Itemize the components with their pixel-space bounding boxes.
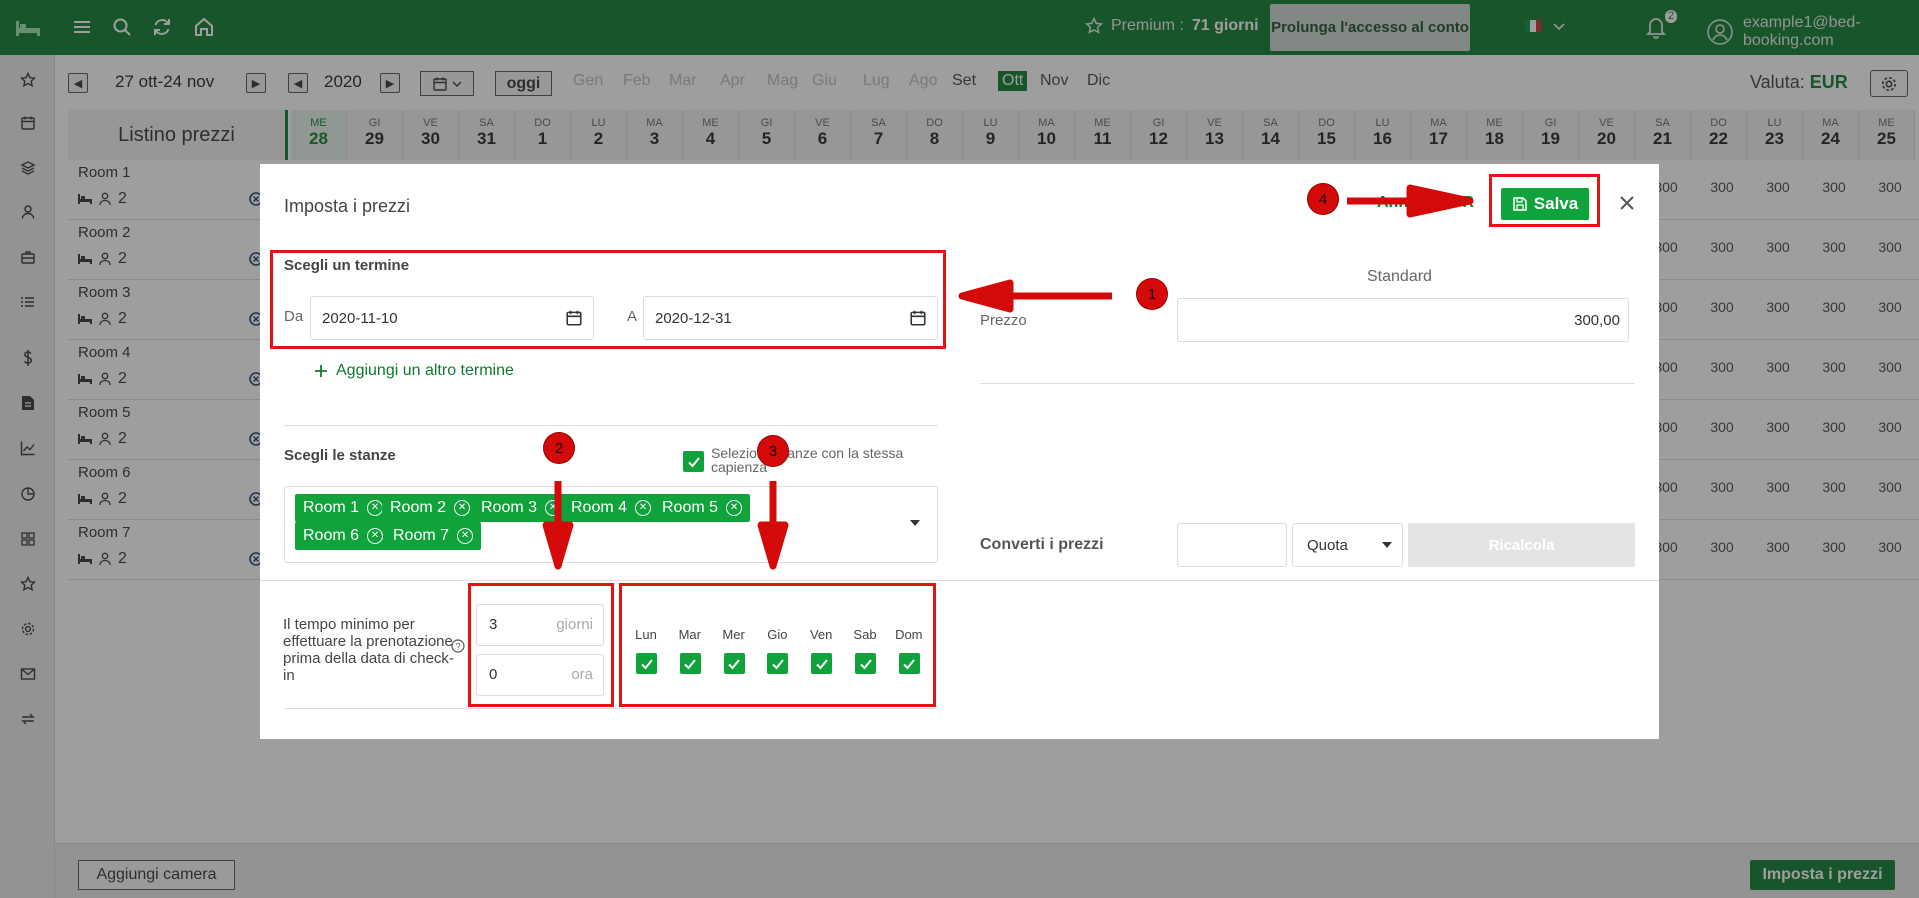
annotation-marker-4: 4 bbox=[1308, 184, 1338, 214]
annotation-marker-3: 3 bbox=[758, 436, 788, 466]
annotation-marker-1: 1 bbox=[1137, 279, 1167, 309]
annotation-marker-2: 2 bbox=[544, 433, 574, 463]
annotation-arrows bbox=[542, 184, 1474, 570]
